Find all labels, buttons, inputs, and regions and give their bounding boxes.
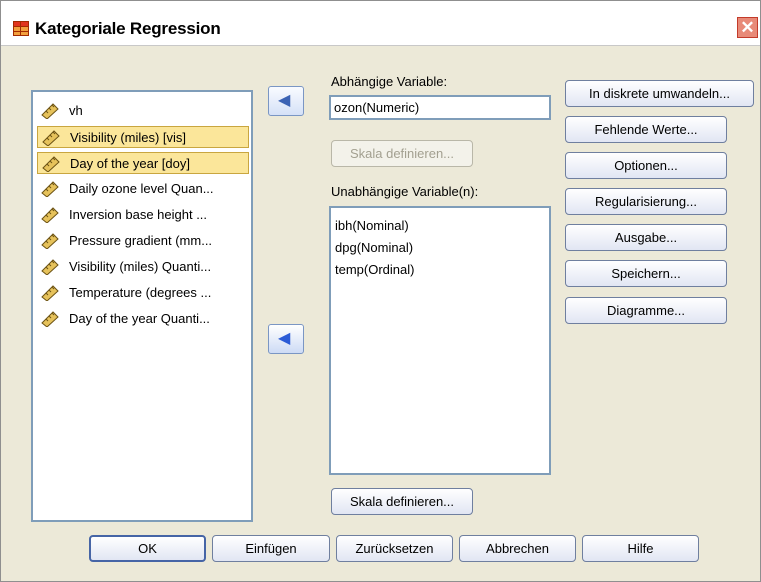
variable-label: Inversion base height ... (69, 207, 208, 222)
ok-button[interactable]: OK (89, 535, 206, 562)
independent-variables-label: Unabhängige Variable(n): (331, 184, 479, 199)
variable-list-item[interactable]: Pressure gradient (mm... (37, 230, 249, 252)
list-item[interactable]: ibh(Nominal) (335, 217, 409, 235)
variable-label: Day of the year Quanti... (69, 311, 210, 326)
dependent-variable-label: Abhängige Variable: (331, 74, 448, 89)
variable-label: Pressure gradient (mm... (69, 233, 213, 248)
source-variable-list[interactable]: vh Visibility (miles) [vis] Day of the yea… (31, 90, 253, 522)
variable-list-item[interactable]: Temperature (degrees ... (37, 282, 249, 304)
list-item[interactable]: dpg(Nominal) (335, 239, 413, 257)
scale-ruler-icon (41, 259, 59, 276)
plots-button[interactable]: Diagramme... (565, 297, 727, 324)
scale-ruler-icon (42, 130, 60, 147)
scale-ruler-icon (41, 103, 59, 120)
variable-label: Daily ozone level Quan... (69, 181, 214, 196)
move-to-independent-button[interactable]: ◀ (268, 324, 304, 354)
variable-list-item[interactable]: Daily ozone level Quan... (37, 178, 249, 200)
left-arrow-icon: ◀ (278, 330, 291, 347)
variable-list-item[interactable]: Day of the year [doy] (37, 152, 249, 174)
dependent-define-scale-button[interactable]: Skala definieren... (331, 140, 473, 167)
help-button[interactable]: Hilfe (582, 535, 699, 562)
dependent-variable-field[interactable]: ozon(Numeric) (329, 95, 551, 120)
variable-list-item[interactable]: Day of the year Quanti... (37, 308, 249, 330)
window-title: Kategoriale Regression (35, 19, 221, 38)
scale-ruler-icon (41, 311, 59, 328)
variable-list-item[interactable]: Visibility (miles) [vis] (37, 126, 249, 148)
variable-list-item[interactable]: Visibility (miles) Quanti... (37, 256, 249, 278)
scale-ruler-icon (41, 207, 59, 224)
list-item[interactable]: temp(Ordinal) (335, 261, 414, 279)
options-button[interactable]: Optionen... (565, 152, 727, 179)
output-button[interactable]: Ausgabe... (565, 224, 727, 251)
left-arrow-icon: ◀ (278, 92, 291, 109)
independent-variables-list[interactable]: ibh(Nominal) dpg(Nominal) temp(Ordinal) (329, 206, 551, 475)
table-icon (13, 21, 29, 36)
scale-ruler-icon (41, 233, 59, 250)
variable-label: Visibility (miles) [vis] (70, 130, 187, 145)
scale-ruler-icon (41, 181, 59, 198)
independent-define-scale-button[interactable]: Skala definieren... (331, 488, 473, 515)
save-button[interactable]: Speichern... (565, 260, 727, 287)
scale-ruler-icon (41, 285, 59, 302)
reset-button[interactable]: Zurücksetzen (336, 535, 453, 562)
variable-list-item[interactable]: vh (37, 100, 249, 122)
missing-values-button[interactable]: Fehlende Werte... (565, 116, 727, 143)
move-to-dependent-button[interactable]: ◀ (268, 86, 304, 116)
variable-label: vh (69, 103, 83, 118)
variable-label: Day of the year [doy] (70, 156, 190, 171)
paste-button[interactable]: Einfügen (212, 535, 330, 562)
title-bar: Kategoriale Regression ✕ (1, 1, 760, 46)
variable-label: Visibility (miles) Quanti... (69, 259, 212, 274)
variable-label: Temperature (degrees ... (69, 285, 212, 300)
discretize-button[interactable]: In diskrete umwandeln... (565, 80, 754, 107)
dialog-window: Kategoriale Regression ✕ vh Visibility (m… (0, 0, 761, 582)
cancel-button[interactable]: Abbrechen (459, 535, 576, 562)
close-button[interactable]: ✕ (737, 17, 758, 38)
regularization-button[interactable]: Regularisierung... (565, 188, 727, 215)
scale-ruler-icon (42, 156, 60, 173)
variable-list-item[interactable]: Inversion base height ... (37, 204, 249, 226)
